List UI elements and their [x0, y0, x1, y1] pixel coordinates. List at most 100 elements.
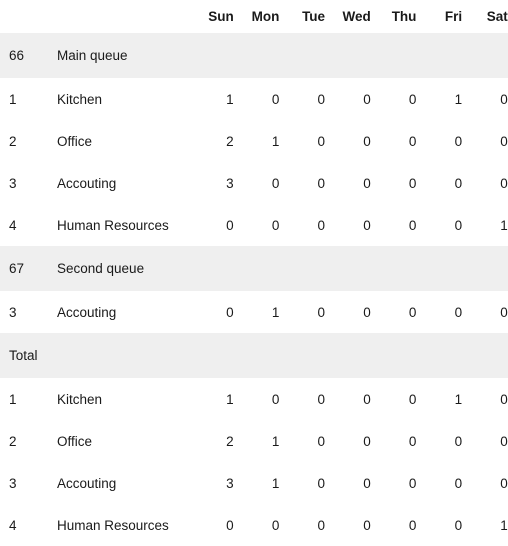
table-header: Sun Mon Tue Wed Thu Fri Sat — [0, 0, 508, 33]
cell-mon: 0 — [241, 162, 288, 204]
group-name: Main queue — [48, 33, 508, 78]
header-row: Sun Mon Tue Wed Thu Fri Sat — [0, 0, 508, 33]
row-label: Office — [48, 420, 196, 462]
group-header-row[interactable]: 66 Main queue — [0, 33, 508, 78]
row-id: 3 — [0, 291, 48, 333]
cell-wed: 0 — [333, 462, 379, 504]
cell-sat: 1 — [470, 504, 508, 546]
cell-thu: 0 — [378, 420, 425, 462]
row-id: 2 — [0, 120, 48, 162]
cell-fri: 0 — [424, 462, 471, 504]
row-id: 3 — [0, 462, 48, 504]
cell-thu: 0 — [378, 462, 425, 504]
group-name: Second queue — [48, 246, 508, 291]
group-header-row[interactable]: 67 Second queue — [0, 246, 508, 291]
cell-mon: 0 — [241, 504, 288, 546]
column-header-thu: Thu — [378, 0, 425, 33]
row-id: 4 — [0, 504, 48, 546]
row-label: Kitchen — [48, 378, 196, 420]
cell-fri: 0 — [424, 291, 471, 333]
row-label: Human Resources — [48, 204, 196, 246]
cell-mon: 1 — [241, 420, 288, 462]
cell-sun: 3 — [196, 462, 242, 504]
table-row[interactable]: 1 Kitchen 1 0 0 0 0 1 0 — [0, 378, 508, 420]
row-label: Kitchen — [48, 78, 196, 120]
cell-fri: 0 — [424, 162, 471, 204]
cell-sun: 0 — [196, 504, 242, 546]
cell-wed: 0 — [333, 162, 379, 204]
cell-tue: 0 — [287, 204, 334, 246]
cell-sat: 0 — [470, 120, 508, 162]
cell-mon: 0 — [241, 78, 288, 120]
cell-sat: 0 — [470, 78, 508, 120]
row-id: 3 — [0, 162, 48, 204]
group-header-row[interactable]: Total — [0, 333, 508, 378]
cell-tue: 0 — [287, 162, 334, 204]
cell-thu: 0 — [378, 378, 425, 420]
cell-thu: 0 — [378, 162, 425, 204]
row-id: 2 — [0, 420, 48, 462]
table-row[interactable]: 1 Kitchen 1 0 0 0 0 1 0 — [0, 78, 508, 120]
table-row[interactable]: 3 Accouting 3 0 0 0 0 0 0 — [0, 162, 508, 204]
group-id: 66 — [0, 33, 48, 78]
cell-mon: 1 — [241, 291, 288, 333]
table-row[interactable]: 2 Office 2 1 0 0 0 0 0 — [0, 120, 508, 162]
cell-sat: 1 — [470, 204, 508, 246]
column-header-mon: Mon — [241, 0, 288, 33]
column-header-label — [48, 0, 196, 33]
row-id: 4 — [0, 204, 48, 246]
cell-sun: 3 — [196, 162, 242, 204]
cell-tue: 0 — [287, 78, 334, 120]
cell-tue: 0 — [287, 120, 334, 162]
cell-sat: 0 — [470, 420, 508, 462]
cell-thu: 0 — [378, 504, 425, 546]
cell-thu: 0 — [378, 78, 425, 120]
cell-wed: 0 — [333, 120, 379, 162]
column-header-sun: Sun — [196, 0, 242, 33]
group-name: Total — [0, 333, 508, 378]
cell-fri: 0 — [424, 120, 471, 162]
cell-thu: 0 — [378, 120, 425, 162]
cell-mon: 0 — [241, 378, 288, 420]
cell-thu: 0 — [378, 291, 425, 333]
cell-tue: 0 — [287, 462, 334, 504]
cell-fri: 0 — [424, 420, 471, 462]
cell-sun: 1 — [196, 378, 242, 420]
cell-sun: 1 — [196, 78, 242, 120]
row-label: Accouting — [48, 462, 196, 504]
column-header-fri: Fri — [424, 0, 471, 33]
cell-wed: 0 — [333, 78, 379, 120]
table-row[interactable]: 3 Accouting 3 1 0 0 0 0 0 — [0, 462, 508, 504]
cell-fri: 0 — [424, 204, 471, 246]
cell-sun: 2 — [196, 420, 242, 462]
cell-tue: 0 — [287, 378, 334, 420]
cell-tue: 0 — [287, 420, 334, 462]
cell-sun: 2 — [196, 120, 242, 162]
cell-wed: 0 — [333, 291, 379, 333]
table-row[interactable]: 4 Human Resources 0 0 0 0 0 0 1 — [0, 504, 508, 546]
cell-mon: 1 — [241, 120, 288, 162]
cell-sat: 0 — [470, 462, 508, 504]
cell-sat: 0 — [470, 378, 508, 420]
group-id: 67 — [0, 246, 48, 291]
cell-sun: 0 — [196, 204, 242, 246]
cell-wed: 0 — [333, 420, 379, 462]
table-row[interactable]: 2 Office 2 1 0 0 0 0 0 — [0, 420, 508, 462]
row-label: Accouting — [48, 162, 196, 204]
row-label: Accouting — [48, 291, 196, 333]
cell-fri: 0 — [424, 504, 471, 546]
cell-sun: 0 — [196, 291, 242, 333]
table-row[interactable]: 3 Accouting 0 1 0 0 0 0 0 — [0, 291, 508, 333]
cell-wed: 0 — [333, 204, 379, 246]
cell-tue: 0 — [287, 504, 334, 546]
row-label: Human Resources — [48, 504, 196, 546]
cell-mon: 1 — [241, 462, 288, 504]
row-id: 1 — [0, 78, 48, 120]
cell-fri: 1 — [424, 378, 471, 420]
row-id: 1 — [0, 378, 48, 420]
cell-wed: 0 — [333, 504, 379, 546]
table-row[interactable]: 4 Human Resources 0 0 0 0 0 0 1 — [0, 204, 508, 246]
column-header-wed: Wed — [333, 0, 379, 33]
queue-weekly-table: Sun Mon Tue Wed Thu Fri Sat 66 Main queue… — [0, 0, 508, 546]
cell-sat: 0 — [470, 162, 508, 204]
